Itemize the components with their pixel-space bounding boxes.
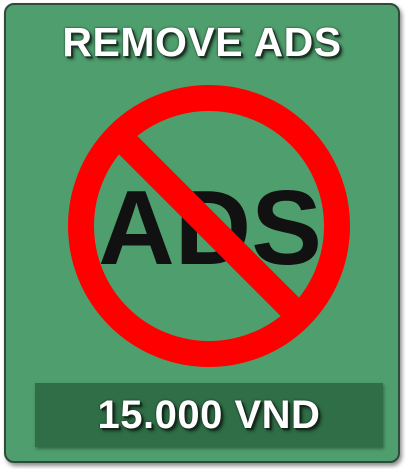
price-label: 15.000 VND — [97, 393, 321, 437]
price-bar[interactable]: 15.000 VND — [35, 383, 383, 447]
remove-ads-card[interactable]: REMOVE ADS ADS 15.000 VND — [4, 3, 400, 463]
offer-title: REMOVE ADS — [62, 19, 342, 65]
no-ads-icon: ADS — [68, 85, 350, 367]
